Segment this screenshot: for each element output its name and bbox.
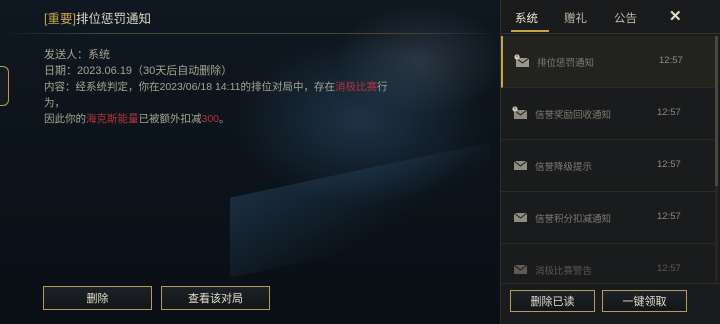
mail-icon — [513, 160, 528, 170]
date-row: 日期：2023.06.19（30天后自动删除） — [44, 62, 232, 78]
mail-list-panel: 系统 赠礼 公告 ✕ 排位惩罚通知 12:57 信誉奖励回收通知 12:57 信… — [500, 0, 720, 324]
content-text: 已被额外扣减 — [138, 113, 202, 125]
message-time: 12:57 — [657, 159, 681, 170]
message-item[interactable]: 信誉奖励回收通知 12:57 — [501, 88, 715, 140]
content-highlight: 300 — [201, 113, 220, 125]
view-match-button[interactable]: 查看该对局 — [161, 286, 270, 310]
title-divider — [0, 33, 500, 34]
list-scrollbar[interactable] — [715, 36, 718, 281]
message-item[interactable]: 排位惩罚通知 12:57 — [501, 36, 715, 88]
active-tab-indicator — [511, 30, 549, 32]
content-text: 因此你的 — [44, 113, 86, 125]
message-time: 12:57 — [659, 55, 683, 66]
mail-alert-icon — [514, 54, 530, 67]
content-text: 内容：经系统判定，你在2023/06/18 14:11的排位对局中，存在 — [44, 81, 335, 93]
mail-icon — [513, 212, 528, 222]
message-time: 12:57 — [657, 263, 681, 274]
message-list: 排位惩罚通知 12:57 信誉奖励回收通知 12:57 信誉降级提示 12:57 — [501, 36, 720, 281]
message-name: 消极比赛警告 — [535, 266, 593, 277]
tab-system[interactable]: 系统 — [515, 10, 538, 26]
tab-gifts[interactable]: 赠礼 — [564, 10, 587, 26]
message-item[interactable]: 消极比赛警告 12:57 — [501, 244, 715, 281]
sender-row: 发送人：系统 — [44, 46, 110, 62]
message-name: 信誉降级提示 — [535, 162, 593, 173]
panel-footer-divider — [501, 283, 720, 284]
message-name: 排位惩罚通知 — [537, 58, 595, 69]
mail-icon — [513, 264, 528, 274]
delete-button[interactable]: 删除 — [43, 286, 152, 310]
message-name: 信誉积分扣减通知 — [535, 214, 612, 225]
date-value: 2023.06.19（30天后自动删除） — [77, 65, 233, 77]
message-item[interactable]: 信誉降级提示 12:57 — [501, 140, 715, 192]
mail-title-text: 排位惩罚通知 — [75, 12, 151, 26]
date-label: 日期： — [44, 65, 77, 77]
sender-value: 系统 — [88, 49, 110, 61]
tab-announcements[interactable]: 公告 — [614, 10, 637, 26]
sender-label: 发送人： — [44, 49, 88, 61]
mail-alert-icon — [512, 106, 528, 119]
mail-title: [重要]排位惩罚通知 — [44, 8, 151, 27]
importance-tag: [重要] — [44, 12, 76, 26]
message-name: 信誉奖励回收通知 — [535, 110, 612, 121]
scrollbar-thumb[interactable] — [715, 36, 718, 186]
message-time: 12:57 — [657, 211, 681, 222]
content-text: 。 — [219, 113, 230, 125]
side-collapse-tab[interactable] — [0, 66, 9, 106]
content-highlight: 消极比赛 — [334, 81, 377, 93]
claim-all-button[interactable]: 一键领取 — [602, 290, 687, 312]
tab-bar: 系统 赠礼 公告 ✕ — [501, 0, 720, 34]
delete-read-button[interactable]: 删除已读 — [510, 290, 595, 312]
message-item[interactable]: 信誉积分扣减通知 12:57 — [501, 192, 715, 244]
message-time: 12:57 — [657, 107, 681, 118]
tab-divider — [501, 33, 720, 34]
mail-content: 内容：经系统判定，你在2023/06/18 14:11的排位对局中，存在消极比赛… — [44, 79, 404, 127]
close-icon[interactable]: ✕ — [669, 7, 682, 25]
content-highlight: 海克斯能量 — [86, 113, 139, 125]
